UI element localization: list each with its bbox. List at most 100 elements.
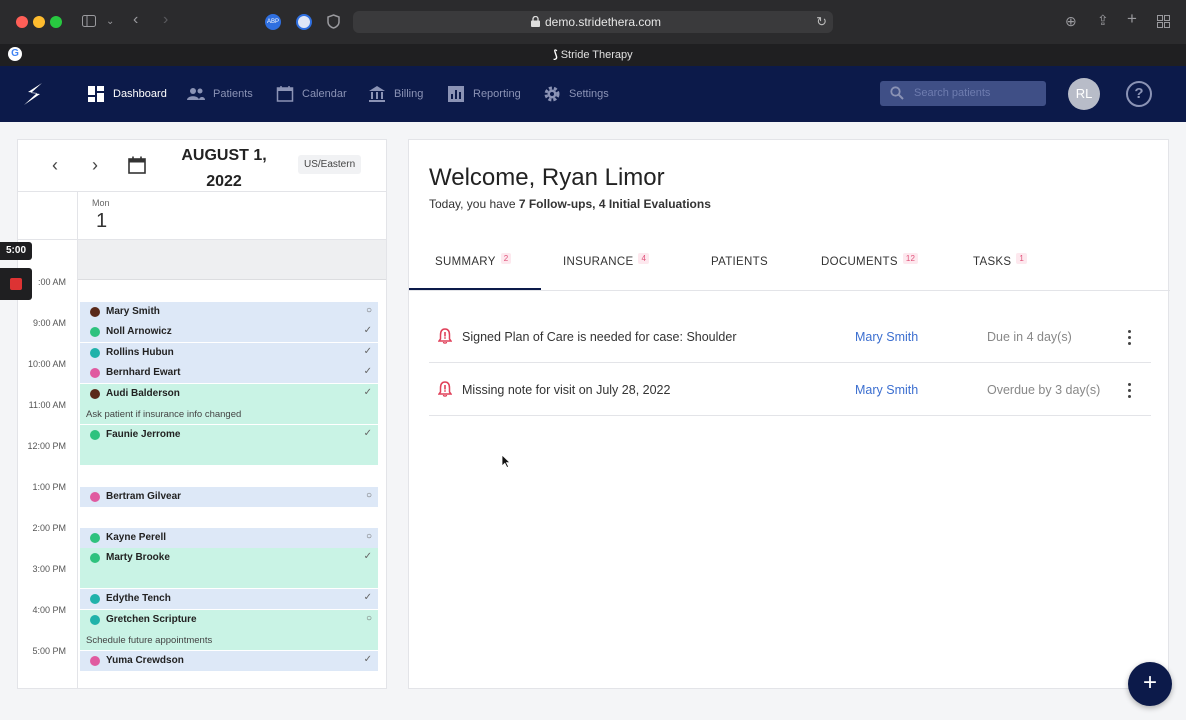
stride-favicon-icon: ⟆	[553, 49, 561, 61]
tab-bar: G ⟆ Stride Therapy	[0, 44, 1186, 66]
tab-insurance[interactable]: INSURANCE 4	[563, 253, 650, 268]
task-row[interactable]: Missing note for visit on July 28, 2022 …	[429, 364, 1151, 416]
tab-documents[interactable]: DOCUMENTS 12	[821, 253, 919, 268]
appointment-card[interactable]: Bernhard Ewart ✓	[80, 363, 378, 383]
count-badge: 2	[500, 253, 512, 264]
status-dot	[90, 656, 100, 666]
stride-logo[interactable]	[20, 80, 48, 108]
new-tab-icon[interactable]: +	[1127, 10, 1137, 27]
maximize-window-button[interactable]	[50, 16, 62, 28]
page-title: Welcome, Ryan Limor	[429, 164, 665, 191]
hour-label: 2:00 PM	[32, 523, 66, 533]
all-day-row[interactable]	[78, 240, 386, 280]
status-dot	[90, 615, 100, 625]
appointment-card[interactable]: Yuma Crewdson ✓	[80, 651, 378, 671]
downloads-icon[interactable]: ⊕	[1065, 14, 1077, 28]
hour-label: 9:00 AM	[32, 318, 66, 328]
close-window-button[interactable]	[16, 16, 28, 28]
task-due: Due in 4 day(s)	[987, 330, 1072, 344]
nav-dashboard-label: Dashboard	[113, 88, 167, 100]
nav-reporting[interactable]: Reporting	[447, 84, 521, 104]
billing-icon	[369, 86, 385, 102]
adblock-icon[interactable]: ABP	[265, 14, 281, 30]
appointment-status-icon: ○	[365, 305, 372, 316]
mouse-cursor-icon	[501, 454, 511, 468]
forward-icon[interactable]: ›	[163, 12, 168, 28]
next-day-icon[interactable]: ›	[92, 155, 98, 176]
appointment-card[interactable]: Faunie Jerrome ✓	[80, 425, 378, 465]
date-picker-icon[interactable]	[128, 156, 146, 174]
status-dot	[90, 307, 100, 317]
tab-patients[interactable]: PATIENTS	[711, 256, 768, 268]
avatar[interactable]: RL	[1068, 78, 1100, 110]
sidebar-toggle-icon[interactable]	[82, 15, 96, 27]
nav-calendar[interactable]: Calendar	[276, 84, 347, 104]
task-patient-link[interactable]: Mary Smith	[855, 330, 918, 344]
current-date: AUGUST 1, 2022	[168, 143, 280, 195]
today-prefix: Today, you have	[429, 197, 519, 211]
dashboard-main: Welcome, Ryan Limor Today, you have 7 Fo…	[408, 139, 1170, 689]
appointment-status-icon: ○	[365, 613, 372, 624]
appointment-card[interactable]: Bertram Gilvear ○	[80, 487, 378, 507]
address-bar[interactable]: demo.stridethera.com ↻	[353, 11, 833, 33]
search-icon	[890, 86, 904, 100]
appointment-card[interactable]: Mary Smith ○	[80, 302, 378, 322]
nav-dashboard[interactable]: Dashboard	[87, 84, 167, 104]
active-tab[interactable]: ⟆ Stride Therapy	[0, 48, 1186, 61]
status-dot	[90, 533, 100, 543]
add-button[interactable]: +	[1128, 662, 1172, 706]
more-options-icon[interactable]	[1119, 327, 1139, 347]
today-summary: Today, you have 7 Follow-ups, 4 Initial …	[429, 197, 711, 211]
tab-tasks[interactable]: TASKS 1	[973, 253, 1028, 268]
nav-patients[interactable]: Patients	[187, 84, 253, 104]
patient-name: Mary Smith	[106, 306, 160, 317]
status-dot	[90, 430, 100, 440]
tab-summary[interactable]: SUMMARY 2	[435, 253, 512, 268]
shield-icon[interactable]	[327, 14, 340, 29]
dashboard-tabs: SUMMARY 2 INSURANCE 4 PATIENTS DOCUMENTS 12…	[409, 240, 1170, 291]
patient-search[interactable]	[880, 81, 1046, 106]
app-header: Dashboard Patients Calendar Billing Repo…	[0, 66, 1186, 122]
share-icon[interactable]: ⇪	[1097, 13, 1109, 27]
nav-settings[interactable]: Settings	[543, 84, 609, 104]
appointment-card[interactable]: Noll Arnowicz ✓	[80, 322, 378, 342]
appointment-card[interactable]: Gretchen Scripture ○ Schedule future app…	[80, 610, 378, 650]
appointment-card[interactable]: Rollins Hubun ✓	[80, 343, 378, 363]
tab-label: SUMMARY	[435, 256, 496, 268]
calendar-header: ‹ › AUGUST 1, 2022 US/Eastern	[18, 140, 386, 195]
appointment-card[interactable]: Marty Brooke ✓	[80, 548, 378, 588]
nav-billing[interactable]: Billing	[368, 84, 423, 104]
dashboard-icon	[88, 86, 104, 102]
reload-icon[interactable]: ↻	[816, 14, 827, 30]
hour-label: 3:00 PM	[32, 564, 66, 574]
appointment-card[interactable]: Audi Balderson ✓ Ask patient if insuranc…	[80, 384, 378, 424]
stop-icon	[10, 278, 22, 290]
more-options-icon[interactable]	[1119, 380, 1139, 400]
status-dot	[90, 594, 100, 604]
timezone-selector[interactable]: US/Eastern	[298, 155, 362, 174]
tab-overview-icon[interactable]	[1157, 15, 1170, 28]
appointment-status-icon: ✓	[363, 592, 372, 603]
prev-day-icon[interactable]: ‹	[52, 155, 58, 176]
task-patient-link[interactable]: Mary Smith	[855, 383, 918, 397]
lock-icon	[531, 16, 540, 27]
minimize-window-button[interactable]	[33, 16, 45, 28]
search-input[interactable]	[914, 85, 1038, 101]
patient-name: Audi Balderson	[106, 388, 180, 399]
back-icon[interactable]: ‹	[133, 12, 138, 28]
nav-patients-label: Patients	[213, 88, 253, 100]
appointment-card[interactable]: Kayne Perell ○	[80, 528, 378, 548]
stop-recording-button[interactable]	[0, 268, 32, 300]
patient-name: Noll Arnowicz	[106, 326, 172, 337]
appointment-card[interactable]: Edythe Tench ✓	[80, 589, 378, 609]
task-description: Signed Plan of Care is needed for case: …	[462, 330, 737, 344]
nav-billing-label: Billing	[394, 88, 424, 100]
day-calendar: ‹ › AUGUST 1, 2022 US/Eastern Mon 1 :00 …	[17, 139, 387, 689]
chevron-down-icon[interactable]: ⌄	[106, 15, 114, 29]
task-row[interactable]: Signed Plan of Care is needed for case: …	[429, 311, 1151, 363]
day-number: 1	[96, 210, 108, 232]
help-icon[interactable]: ?	[1126, 81, 1152, 107]
alert-bell-icon	[438, 328, 452, 344]
hour-label: 5:00 PM	[32, 646, 66, 656]
password-manager-icon[interactable]	[296, 14, 312, 30]
